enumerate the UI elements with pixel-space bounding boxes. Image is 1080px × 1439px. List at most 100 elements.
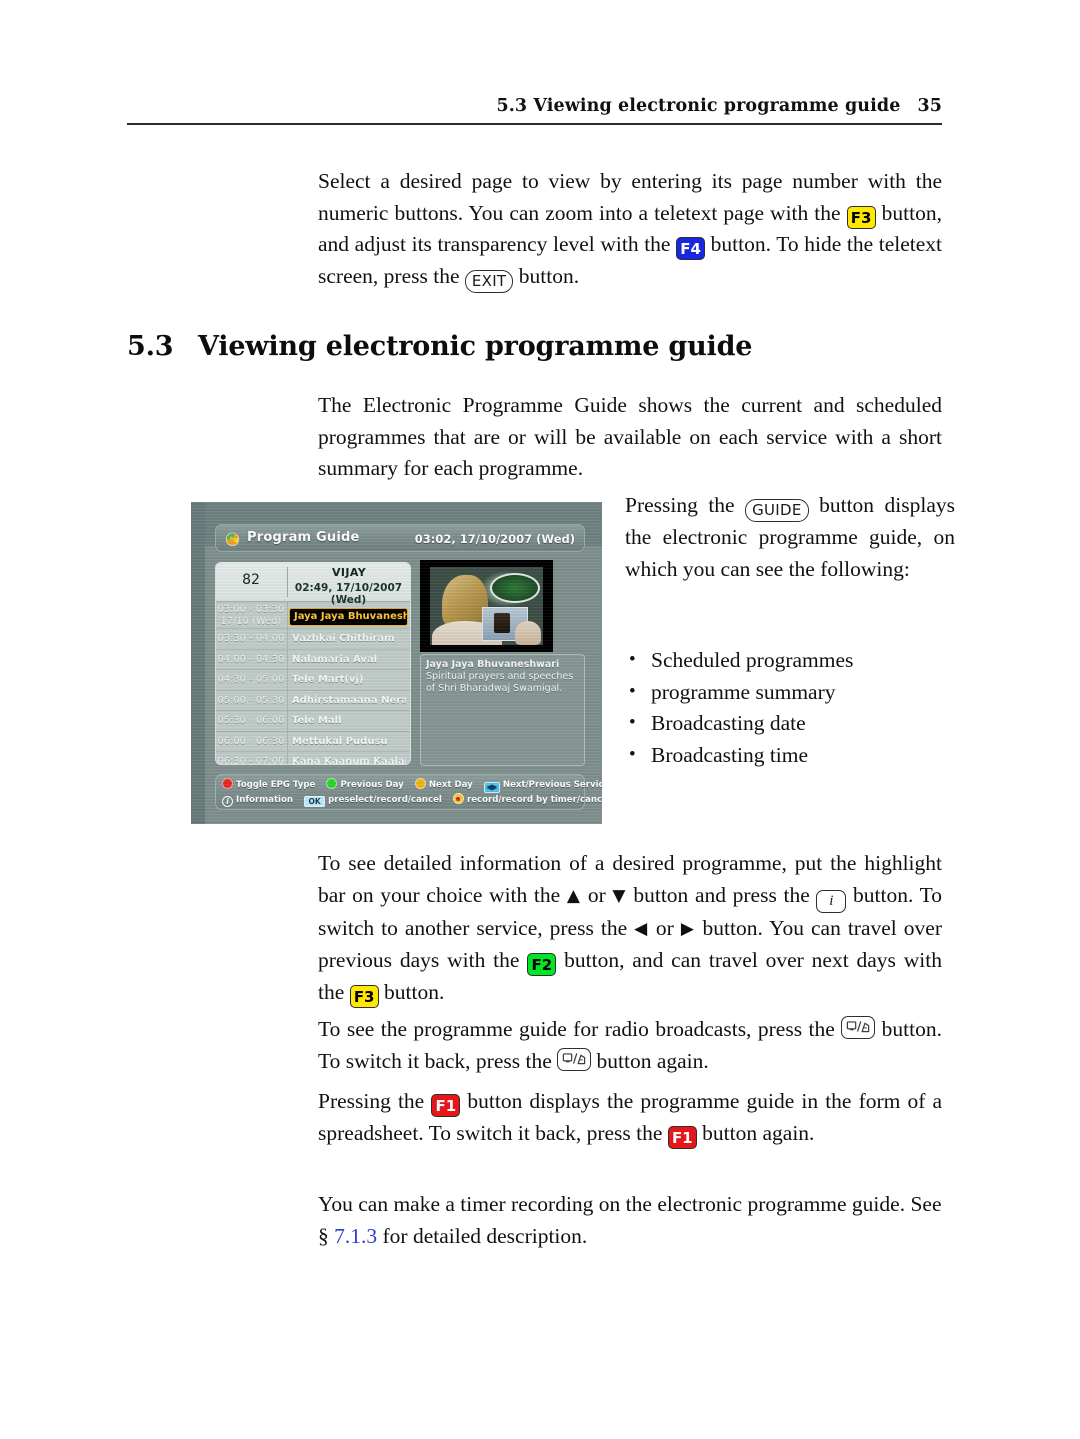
epg-row-time: 06:30 - 07:00 [217,756,285,765]
arrow-up-icon: ▲ [566,885,582,906]
f4-key-icon: F4 [676,237,706,260]
legend-label: Next/Previous Services [502,780,602,790]
radio-text-3: button again. [591,1048,709,1073]
epg-row-time: 03:30 - 04:00 [217,633,285,644]
arrow-left-icon: ◀ [634,918,649,939]
epg-window-title: Program Guide [247,530,360,545]
epg-list-item[interactable]: 05:30 - 06:00 Tele Mall [216,711,410,732]
epg-list-item[interactable]: 04:00 - 04:30 Nalamaria Aval [216,649,410,670]
paragraph-text: The Electronic Programme Guide shows the… [318,393,942,480]
paragraph-detailed-info: To see detailed information of a desired… [318,848,942,1008]
paragraph-text: To see detailed information of a desired… [318,848,942,1008]
section-heading: 5.3 Viewing electronic programme guide [127,331,942,362]
paragraph-text: Pressing the GUIDE button displays the e… [625,490,955,585]
section-number: 5.3 [127,331,174,362]
info-key-icon: i [816,889,847,913]
running-head: 5.3 Viewing electronic programme guide 35 [127,96,942,116]
teletext-text-4: button. [513,263,580,288]
legend-preselect-record-cancel[interactable]: OK preselect/record/cancel [304,793,442,807]
detail-text-3: button and press the [626,882,817,907]
epg-row-time: 05:00 - 05:30 [217,694,285,706]
legend-next-day[interactable]: Next Day [414,778,473,792]
epg-row-time: 04:30 - 05:00 [217,674,285,685]
epg-list-item[interactable]: 04:30 - 05:00 Tele Mart(vj) [216,670,410,691]
legend-label: Previous Day [340,780,404,790]
legend-row-2: i Information OK preselect/record/cancel r… [222,793,602,808]
ok-button-icon: OK [304,796,326,807]
epg-row-time: 03:00 - 03:30 17/10 (Wed) [216,604,286,627]
epg-row-date: 17/10 (Wed) [220,615,282,627]
tv-radio-key-icon [841,1016,876,1039]
list-item: Broadcasting date [625,707,955,740]
epg-list-item[interactable]: 03:30 - 04:00 Vazhkai Chithiram [216,629,410,650]
legend-label: Toggle EPG Type [236,780,316,790]
paragraph-guide-button: Pressing the GUIDE button displays the e… [625,490,955,585]
header-rule [127,123,942,125]
epg-row-title: Tele Mall [292,715,342,726]
legend-row-1: Toggle EPG Type Previous Day Next Day ◀▶… [222,778,602,793]
legend-toggle-epg-type[interactable]: Toggle EPG Type [222,778,315,792]
timer-text-2: for detailed description. [377,1223,588,1248]
epg-row-title: Mettukal Pudusu [292,735,388,747]
epg-summary-title: Jaya Jaya Bhuvaneshwari [426,659,560,670]
epg-row-divider [287,602,288,628]
running-head-title: 5.3 Viewing electronic programme guide [496,96,901,116]
detail-text-2: or [581,882,613,907]
epg-row-divider [287,731,288,751]
video-round-display [490,573,540,603]
epg-video-preview [420,560,553,652]
epg-row-divider [287,629,288,649]
epg-row-time: 06:00 - 06:30 [217,735,285,747]
epg-row-time-range: 03:00 - 03:30 [217,604,285,615]
epg-row-divider [287,670,288,690]
epg-row-title: Jaya Jaya Bhuvaneshwari [289,608,408,626]
epg-title-bar: Program Guide 03:02, 17/10/2007 (Wed) [215,524,585,552]
paragraph-epg-intro: The Electronic Programme Guide shows the… [318,390,942,485]
epg-service-name: VIJAY [331,566,367,579]
epg-service-header: 82 VIJAY 02:49, 17/10/2007 (Wed) [216,563,410,606]
section-title: Viewing electronic programme guide [198,331,753,362]
epg-row-title: Vazhkai Chithiram [292,633,395,644]
list-item: Scheduled programmes [625,644,955,677]
info-circle-icon: i [222,796,233,807]
paragraph-text: You can make a timer recording on the el… [318,1189,942,1252]
green-button-icon [326,778,338,789]
tv-radio-key-icon [557,1047,592,1071]
epg-row-title: Adhirstamaana Neram [292,694,406,706]
legend-label: record/record by timer/cancel [466,795,602,805]
paragraph-teletext: Select a desired page to view by enterin… [318,166,942,293]
record-button-icon [452,793,464,804]
epg-summary-panel: Jaya Jaya Bhuvaneshwari Spiritual prayer… [420,654,585,766]
epg-list-item[interactable]: 03:00 - 03:30 17/10 (Wed) Jaya Jaya Bhuva… [216,602,410,629]
radio-text-1: To see the programme guide for radio bro… [318,1017,842,1041]
epg-list-item[interactable]: 05:00 - 05:30 Adhirstamaana Neram [216,690,410,711]
legend-record[interactable]: record/record by timer/cancel [452,793,602,807]
paragraph-spreadsheet: Pressing the F1 button displays the prog… [318,1086,942,1149]
list-item: programme summary [625,676,955,709]
legend-label: Next Day [428,780,473,790]
epg-row-title: Kana Kaanum Kaalangal [292,756,406,765]
detail-text-5: or [648,915,681,940]
epg-row-divider [287,752,288,764]
f3-key-icon: F3 [349,984,379,1008]
cross-reference-link[interactable]: 7.1.3 [334,1224,377,1248]
legend-previous-day[interactable]: Previous Day [326,778,404,792]
paragraph-radio-guide: To see the programme guide for radio bro… [318,1014,942,1077]
arrow-down-icon: ▼ [612,885,627,906]
epg-background-left [191,502,205,824]
epg-row-title: Tele Mart(vj) [292,674,364,685]
epg-programme-list-panel[interactable]: 82 VIJAY 02:49, 17/10/2007 (Wed) 03:00 -… [215,562,411,765]
epg-summary-text: Spiritual prayers and speeches of Shri B… [426,671,574,694]
epg-list-item[interactable]: 06:00 - 06:30 Mettukal Pudusu [216,731,410,752]
legend-next-previous-services[interactable]: ◀▶Next/Previous Services [483,778,602,793]
legend-information[interactable]: i Information [222,793,293,807]
guide-key-icon: GUIDE [745,499,809,522]
paragraph-text: To see the programme guide for radio bro… [318,1014,942,1077]
epg-list-item[interactable]: 06:30 - 07:00 Kana Kaanum Kaalangal [216,752,410,765]
legend-label: preselect/record/cancel [328,795,442,805]
epg-row-time: 05:30 - 06:00 [217,715,285,726]
red-button-icon [222,778,233,789]
paragraph-text: Select a desired page to view by enterin… [318,166,942,293]
epg-row-divider [287,711,288,731]
list-item: Broadcasting time [625,739,955,772]
